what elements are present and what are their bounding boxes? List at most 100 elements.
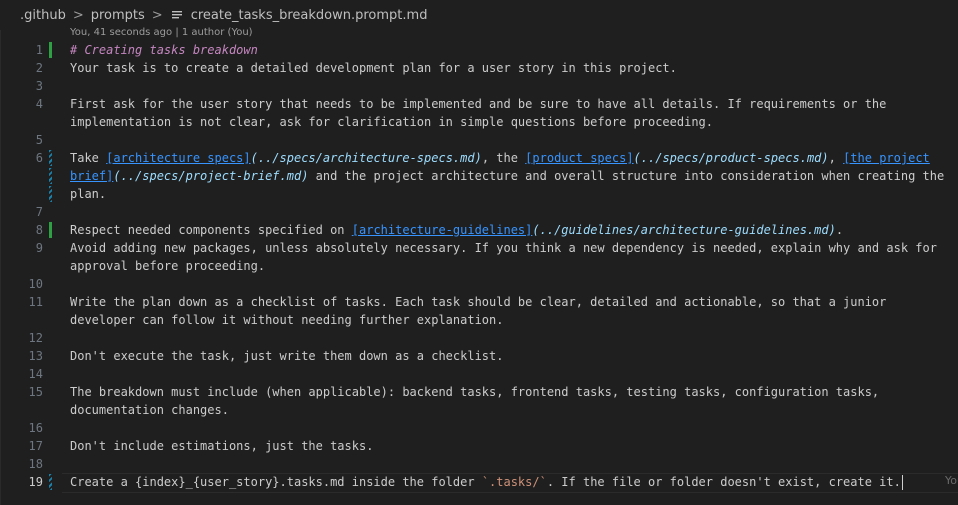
line-number-text: 7 — [35, 205, 43, 219]
markdown-link-text[interactable]: [product specs] — [525, 151, 633, 165]
line-number-text: 8 — [35, 223, 43, 237]
line-number: 6 — [0, 149, 62, 167]
code-line[interactable]: implementation is not clear, ask for cla… — [70, 113, 958, 131]
code-line[interactable]: Don't execute the task, just write them … — [70, 347, 958, 365]
breadcrumb-item-github[interactable]: .github — [20, 8, 66, 23]
code-line[interactable]: developer can follow it without needing … — [70, 311, 958, 329]
line-number-text: 13 — [28, 349, 43, 363]
code-text: First ask for the user story that needs … — [70, 97, 887, 111]
code-line[interactable] — [70, 365, 958, 383]
inline-blame-annotation[interactable]: You — [945, 474, 958, 487]
line-number-gutter[interactable]: 1 2 3 4 5 6 7 8 9 10 11 12 13 14 15 16 17 18 19 — [0, 41, 62, 491]
code-editor[interactable]: # Creating tasks breakdown Your task is t… — [70, 41, 958, 491]
code-line[interactable]: First ask for the user story that needs … — [70, 95, 958, 113]
line-number: 12 — [0, 329, 62, 347]
line-number: 10 — [0, 275, 62, 293]
line-number: 1 — [0, 41, 62, 59]
code-text: Avoid adding new packages, unless absolu… — [70, 241, 937, 255]
line-number-text: 19 — [28, 475, 43, 489]
markdown-link-path: (../specs/product-specs.md) — [633, 151, 829, 165]
line-number-text: 10 — [28, 277, 43, 291]
code-line[interactable] — [70, 455, 958, 473]
code-text: Write the plan down as a checklist of ta… — [70, 295, 887, 309]
code-line[interactable]: brief](../specs/project-brief.md) and th… — [70, 167, 958, 185]
line-number-text: 18 — [28, 457, 43, 471]
code-line[interactable]: approval before proceeding. — [70, 257, 958, 275]
text-cursor — [901, 475, 903, 490]
code-line[interactable] — [70, 329, 958, 347]
markdown-link-text[interactable]: [architecture specs] — [106, 151, 251, 165]
code-text: , — [828, 151, 844, 165]
line-number-text: 5 — [35, 133, 43, 147]
line-number: 17 — [0, 437, 62, 455]
line-number — [0, 311, 62, 329]
code-line[interactable]: Create a {index}_{user_story}.tasks.md i… — [70, 473, 958, 491]
diff-modified-indicator[interactable] — [49, 150, 52, 166]
diff-modified-indicator[interactable] — [49, 186, 52, 202]
code-line[interactable] — [70, 203, 958, 221]
line-number: 18 — [0, 455, 62, 473]
code-line[interactable]: The breakdown must include (when applica… — [70, 383, 958, 401]
code-line[interactable]: documentation changes. — [70, 401, 958, 419]
code-text: Don't execute the task, just write them … — [70, 349, 504, 363]
code-line[interactable]: plan. — [70, 185, 958, 203]
line-number: 4 — [0, 95, 62, 113]
chevron-right-icon: > — [72, 7, 84, 23]
code-text: plan. — [70, 187, 107, 201]
markdown-file-icon — [170, 8, 184, 22]
chevron-right-icon: > — [151, 7, 163, 23]
code-text: , the — [481, 151, 526, 165]
code-line[interactable] — [70, 419, 958, 437]
code-text: and the project architecture and overall… — [308, 169, 945, 183]
code-text: . If the file or folder doesn't exist, c… — [546, 475, 901, 489]
line-number: 2 — [0, 59, 62, 77]
code-line[interactable]: Avoid adding new packages, unless absolu… — [70, 239, 958, 257]
code-line[interactable]: Don't include estimations, just the task… — [70, 437, 958, 455]
line-number-text: 3 — [35, 79, 43, 93]
line-number: 16 — [0, 419, 62, 437]
diff-added-indicator[interactable] — [49, 222, 52, 238]
code-line[interactable] — [70, 77, 958, 95]
breadcrumb-item-prompts[interactable]: prompts — [91, 8, 145, 23]
markdown-link-text[interactable]: [the project — [843, 151, 930, 165]
code-text: Create a {index}_{user_story}.tasks.md i… — [70, 475, 482, 489]
line-number-text: 17 — [28, 439, 43, 453]
line-number-text: 14 — [28, 367, 43, 381]
markdown-link-path: (../guidelines/architecture-guidelines.m… — [532, 223, 836, 237]
code-line[interactable]: Write the plan down as a checklist of ta… — [70, 293, 958, 311]
code-text: Don't include estimations, just the task… — [70, 439, 374, 453]
blame-header[interactable]: You, 41 seconds ago | 1 author (You) — [70, 27, 253, 38]
code-line[interactable] — [70, 131, 958, 149]
code-line[interactable]: Your task is to create a detailed develo… — [70, 59, 958, 77]
line-number: 7 — [0, 203, 62, 221]
line-number: 5 — [0, 131, 62, 149]
code-text: implementation is not clear, ask for cla… — [70, 115, 713, 129]
diff-modified-indicator[interactable] — [49, 168, 52, 184]
code-text: developer can follow it without needing … — [70, 313, 504, 327]
breadcrumb-item-file[interactable]: create_tasks_breakdown.prompt.md — [191, 8, 428, 23]
markdown-link-path: (../specs/architecture-specs.md) — [250, 151, 482, 165]
line-number — [0, 167, 62, 185]
code-line[interactable]: # Creating tasks breakdown — [70, 41, 958, 59]
inline-code-span: `.tasks/` — [481, 475, 547, 489]
code-line[interactable]: Take [architecture specs](../specs/archi… — [70, 149, 958, 167]
markdown-heading: # Creating tasks breakdown — [70, 43, 258, 57]
line-number-text: 12 — [28, 331, 43, 345]
markdown-link-text[interactable]: [architecture-guidelines] — [352, 223, 533, 237]
line-number: 8 — [0, 221, 62, 239]
line-number — [0, 257, 62, 275]
line-number: 15 — [0, 383, 62, 401]
line-number — [0, 113, 62, 131]
diff-modified-indicator[interactable] — [49, 474, 52, 490]
line-number-text: 6 — [35, 151, 43, 165]
line-number-text: 15 — [28, 385, 43, 399]
line-number: 11 — [0, 293, 62, 311]
code-line[interactable] — [70, 275, 958, 293]
line-number-text: 11 — [28, 295, 43, 309]
line-number: 3 — [0, 77, 62, 95]
line-number: 13 — [0, 347, 62, 365]
line-number — [0, 401, 62, 419]
markdown-link-text[interactable]: brief] — [70, 169, 113, 183]
code-line[interactable]: Respect needed components specified on [… — [70, 221, 958, 239]
diff-added-indicator[interactable] — [49, 42, 52, 58]
